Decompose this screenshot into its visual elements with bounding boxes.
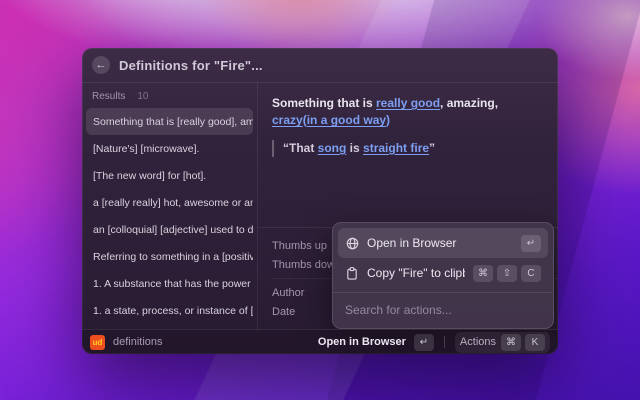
action-panel-divider bbox=[333, 292, 553, 293]
return-key-badge: ↵ bbox=[414, 334, 434, 351]
inline-text: Something that is bbox=[272, 96, 376, 110]
results-count: 10 bbox=[137, 91, 148, 102]
action-items: Open in Browser ↵ Copy "Fire" to clipboard… bbox=[338, 228, 548, 288]
result-list-item[interactable]: [The new word] for [hot]. bbox=[86, 162, 253, 189]
inline-text: “That bbox=[283, 141, 318, 155]
results-panel: Results 10 Something that is [really goo… bbox=[82, 83, 258, 331]
key-badge: ⌘ bbox=[501, 334, 521, 351]
action-item-label: Copy "Fire" to clipboard bbox=[367, 266, 465, 280]
key-badge: ⌘ bbox=[473, 265, 493, 282]
inline-text: , amazing, bbox=[440, 96, 498, 110]
actions-button[interactable]: Actions ⌘K bbox=[455, 332, 550, 353]
window-header: ← Definitions for "Fire"... bbox=[82, 48, 558, 83]
clipboard-icon bbox=[345, 266, 359, 280]
inline-link[interactable]: in a good way bbox=[307, 113, 386, 127]
result-list-item[interactable]: 1. a state, process, or instance of [co… bbox=[86, 297, 253, 324]
inline-text: is bbox=[346, 141, 363, 155]
inline-link[interactable]: crazy bbox=[272, 113, 303, 127]
back-button[interactable]: ← bbox=[92, 56, 110, 74]
result-list-item[interactable]: 1. A substance that has the power t… bbox=[86, 270, 253, 297]
action-item-label: Open in Browser bbox=[367, 236, 513, 250]
raycast-window: ← Definitions for "Fire"... Results 10 S… bbox=[82, 48, 558, 354]
globe-icon bbox=[345, 236, 359, 250]
action-item-keys: ↵ bbox=[521, 235, 541, 252]
inline-link[interactable]: really good bbox=[376, 96, 440, 110]
results-label: Results bbox=[92, 91, 125, 102]
action-panel: Open in Browser ↵ Copy "Fire" to clipboard… bbox=[332, 222, 554, 329]
result-list-item[interactable]: Referring to something in a [positive… bbox=[86, 243, 253, 270]
inline-text: ) bbox=[386, 113, 390, 127]
key-badge: C bbox=[521, 265, 541, 282]
actions-label: Actions bbox=[460, 336, 496, 348]
primary-action-button[interactable]: Open in Browser bbox=[318, 336, 406, 348]
result-list-item[interactable]: Something that is [really good], ama… bbox=[86, 108, 253, 135]
page-title: Definitions for "Fire"... bbox=[119, 58, 263, 73]
result-list-item[interactable]: an [colloquial] [adjective] used to de… bbox=[86, 216, 253, 243]
footer-bar: ud definitions Open in Browser ↵ Actions… bbox=[82, 329, 558, 354]
action-item-keys: ⌘⇧C bbox=[473, 265, 541, 282]
action-item[interactable]: Open in Browser ↵ bbox=[338, 228, 548, 258]
key-badge: K bbox=[525, 334, 545, 351]
footer-divider bbox=[444, 336, 445, 348]
inline-text: ” bbox=[429, 141, 435, 155]
command-label: definitions bbox=[113, 336, 310, 348]
results-header: Results 10 bbox=[86, 89, 253, 108]
urban-dictionary-icon: ud bbox=[90, 335, 105, 350]
results-list: Something that is [really good], ama…[Na… bbox=[86, 108, 253, 331]
action-search-input[interactable] bbox=[338, 297, 548, 323]
inline-link[interactable]: straight fire bbox=[363, 141, 429, 155]
example-quote: “That song is straight fire” bbox=[272, 140, 544, 157]
key-badge: ⇧ bbox=[497, 265, 517, 282]
key-badge: ↵ bbox=[521, 235, 541, 252]
result-list-item[interactable]: a [really really] hot, awesome or ama… bbox=[86, 189, 253, 216]
result-list-item[interactable]: [Nature's] [microwave]. bbox=[86, 135, 253, 162]
inline-link[interactable]: song bbox=[318, 141, 347, 155]
action-item[interactable]: Copy "Fire" to clipboard ⌘⇧C bbox=[338, 258, 548, 288]
definition-text: Something that is really good, amazing, … bbox=[272, 95, 544, 130]
actions-key-badges: ⌘K bbox=[501, 334, 545, 351]
